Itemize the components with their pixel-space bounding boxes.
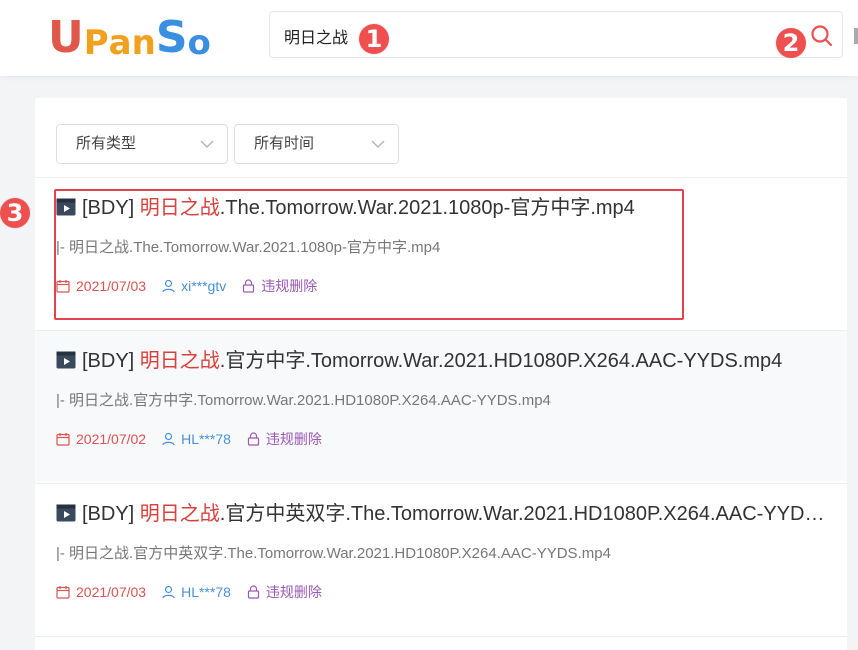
logo-letter: U bbox=[48, 12, 84, 63]
logo-letter: S bbox=[155, 12, 188, 63]
result-date: 2021/07/02 bbox=[56, 431, 146, 447]
site-header: U P a n S o bbox=[0, 0, 858, 76]
divider bbox=[35, 636, 847, 637]
user-icon bbox=[162, 432, 175, 446]
result-title-link[interactable]: [BDY] 明日之战.官方中英双字.The.Tomorrow.War.2021.… bbox=[56, 500, 836, 528]
search-icon bbox=[811, 25, 833, 47]
logo-letter: P bbox=[83, 23, 109, 63]
calendar-icon bbox=[56, 433, 70, 446]
result-title-rest: .官方中字.Tomorrow.War.2021.HD1080P.X264.AAC… bbox=[219, 350, 783, 372]
result-date: 2021/07/03 bbox=[56, 584, 146, 600]
video-file-icon bbox=[56, 504, 76, 522]
result-highlight: 明日之战 bbox=[139, 503, 220, 525]
user-icon bbox=[162, 585, 175, 599]
report-delete-label: 违规删除 bbox=[265, 584, 322, 600]
logo-letter: o bbox=[187, 23, 211, 63]
result-user: HL***78 bbox=[162, 431, 231, 447]
video-file-icon bbox=[56, 351, 76, 369]
result-user-text: HL***78 bbox=[181, 584, 231, 600]
time-filter-select[interactable]: 所有时间 bbox=[234, 124, 399, 164]
chevron-down-icon bbox=[200, 140, 214, 148]
result-meta: 2021/07/03 HL***78 违规删除 bbox=[56, 583, 338, 601]
page-edge-strip bbox=[854, 28, 858, 44]
lock-icon bbox=[247, 432, 260, 446]
lock-icon bbox=[247, 585, 260, 599]
result-prefix: [BDY] bbox=[82, 350, 140, 372]
result-title-link[interactable]: [BDY] 明日之战.官方中字.Tomorrow.War.2021.HD1080… bbox=[56, 347, 836, 375]
report-delete-link[interactable]: 违规删除 bbox=[247, 429, 322, 449]
time-filter-label: 所有时间 bbox=[254, 135, 315, 152]
result-title-rest: .官方中英双字.The.Tomorrow.War.2021.HD1080P.X2… bbox=[219, 503, 836, 525]
result-item: [BDY] 明日之战.官方中英双字.The.Tomorrow.War.2021.… bbox=[35, 484, 847, 634]
report-delete-link[interactable]: 违规删除 bbox=[247, 582, 322, 602]
result-date-text: 2021/07/02 bbox=[76, 431, 147, 447]
result-user: HL***78 bbox=[162, 584, 231, 600]
calendar-icon bbox=[56, 586, 70, 599]
annotation-badge-2: 2 bbox=[776, 28, 806, 58]
search-input[interactable] bbox=[284, 25, 764, 47]
annotation-highlight-box bbox=[54, 189, 684, 320]
result-user-text: HL***78 bbox=[181, 431, 231, 447]
search-button[interactable] bbox=[810, 24, 834, 48]
logo-letter: n bbox=[131, 23, 156, 63]
result-path: |- 明日之战.官方中英双字.The.Tomorrow.War.2021.HD1… bbox=[56, 545, 611, 562]
annotation-badge-3: 3 bbox=[0, 198, 30, 228]
type-filter-label: 所有类型 bbox=[76, 135, 137, 152]
type-filter-select[interactable]: 所有类型 bbox=[56, 124, 228, 164]
result-date-text: 2021/07/03 bbox=[76, 584, 147, 600]
result-prefix: [BDY] bbox=[82, 503, 140, 525]
result-item: [BDY] 明日之战.官方中字.Tomorrow.War.2021.HD1080… bbox=[35, 331, 847, 481]
result-highlight: 明日之战 bbox=[139, 350, 220, 372]
logo-letter: a bbox=[108, 23, 132, 63]
result-path: |- 明日之战.官方中字.Tomorrow.War.2021.HD1080P.X… bbox=[56, 392, 551, 409]
result-meta: 2021/07/02 HL***78 违规删除 bbox=[56, 430, 338, 448]
annotation-badge-1: 1 bbox=[359, 24, 389, 54]
report-delete-label: 违规删除 bbox=[265, 431, 322, 447]
site-logo[interactable]: U P a n S o bbox=[48, 12, 211, 63]
search-box bbox=[269, 11, 843, 58]
chevron-down-icon bbox=[371, 140, 385, 148]
